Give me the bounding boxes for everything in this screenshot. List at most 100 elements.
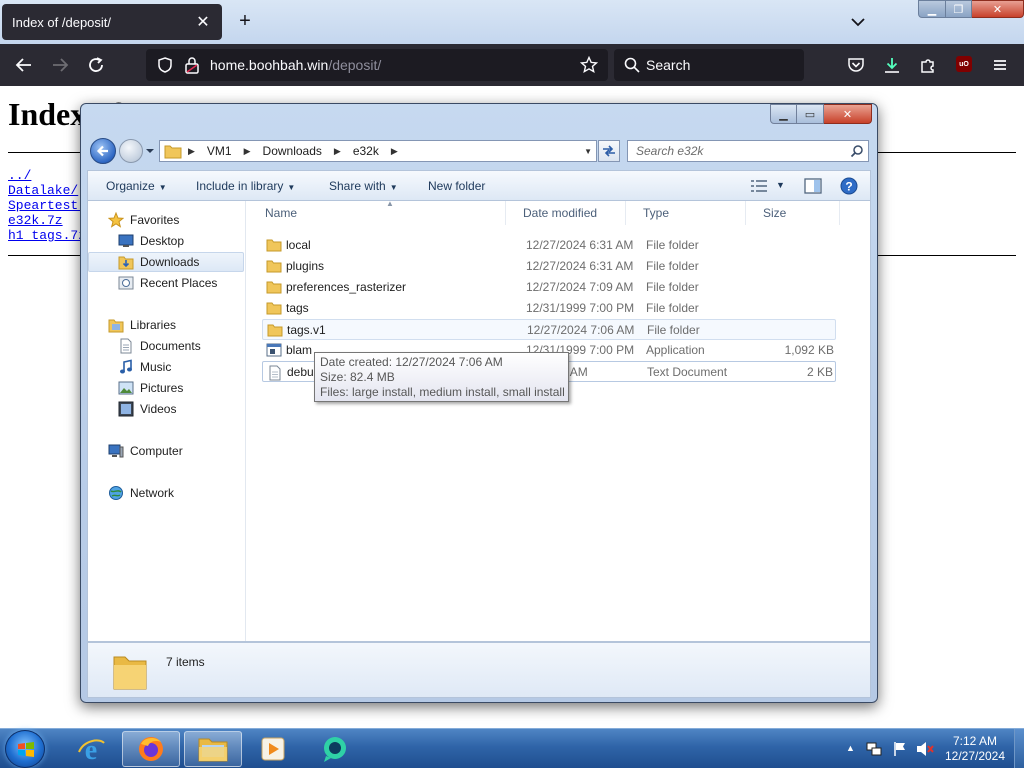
maximize-icon[interactable]: ▭ — [797, 104, 824, 124]
back-arrow-icon[interactable] — [12, 53, 36, 77]
browser-tab[interactable]: Index of /deposit/ ✕ — [2, 4, 222, 40]
nav-pictures[interactable]: Pictures — [118, 378, 183, 398]
taskbar-windows-explorer[interactable] — [184, 731, 242, 767]
column-header-size[interactable]: Size — [746, 201, 840, 225]
new-folder-button[interactable]: New folder — [428, 179, 485, 193]
tab-title: Index of /deposit/ — [12, 14, 112, 30]
nav-libraries[interactable]: Libraries — [108, 315, 176, 335]
taskbar-chat-app[interactable] — [306, 731, 364, 767]
include-in-library-label: Include in library — [196, 179, 284, 193]
nav-favorites[interactable]: Favorites — [108, 210, 179, 230]
listing-link-h1-tags[interactable]: h1 tags.7z — [8, 228, 86, 243]
file-row[interactable]: local 12/27/2024 6:31 AM File folder — [262, 235, 836, 256]
start-button[interactable] — [5, 730, 45, 768]
downloads-icon[interactable] — [880, 53, 904, 77]
taskbar-media-player[interactable] — [244, 731, 302, 767]
nav-computer[interactable]: Computer — [108, 441, 183, 461]
listing-link-e32k[interactable]: e32k.7z — [8, 213, 86, 228]
include-in-library-button[interactable]: Include in library ▼ — [196, 179, 295, 193]
preview-pane-icon[interactable] — [804, 178, 822, 194]
refresh-icon — [603, 145, 615, 157]
organize-label: Organize — [106, 179, 155, 193]
close-icon[interactable]: ✕ — [972, 0, 1024, 18]
volume-muted-icon[interactable] — [916, 741, 934, 757]
chevron-right-icon[interactable]: ▶ — [182, 146, 201, 157]
chevron-right-icon[interactable]: ▶ — [238, 146, 257, 157]
menu-hamburger-icon[interactable] — [988, 53, 1012, 77]
share-with-button[interactable]: Share with ▼ — [329, 179, 398, 193]
nav-downloads[interactable]: Downloads — [88, 252, 244, 272]
url-bar[interactable]: home.boohbah.win/deposit/ — [146, 49, 608, 81]
lock-icon[interactable] — [184, 56, 200, 74]
nav-videos[interactable]: Videos — [118, 399, 176, 419]
clock-time: 7:12 AM — [952, 734, 998, 748]
column-header-date-modified[interactable]: Date modified — [506, 201, 626, 225]
explorer-search-input[interactable]: Search e32k — [627, 140, 869, 162]
column-header-name[interactable]: Name ▲ — [248, 199, 506, 225]
folder-icon — [113, 656, 147, 690]
explorer-title-bar[interactable]: ▁ ▭ ✕ — [81, 104, 877, 134]
minimize-icon[interactable]: ▁ — [770, 104, 797, 124]
address-bar[interactable]: ▶ VM1 ▶ Downloads ▶ e32k ▶ ▼ — [159, 140, 597, 162]
breadcrumb-e32k[interactable]: e32k — [347, 144, 385, 158]
file-row[interactable]: plugins 12/27/2024 6:31 AM File folder — [262, 256, 836, 277]
bookmark-star-icon[interactable] — [580, 56, 598, 74]
firefox-icon — [139, 737, 163, 761]
extensions-puzzle-icon[interactable] — [916, 53, 940, 77]
chevron-right-icon[interactable]: ▶ — [385, 146, 404, 157]
taskbar-firefox[interactable] — [122, 731, 180, 767]
chevron-right-icon[interactable]: ▶ — [328, 146, 347, 157]
organize-button[interactable]: Organize ▼ — [106, 179, 167, 193]
list-all-tabs-icon[interactable] — [848, 12, 868, 32]
pocket-icon[interactable] — [844, 53, 868, 77]
system-clock[interactable]: 7:12 AM 12/27/2024 — [940, 734, 1010, 764]
action-center-flag-icon[interactable] — [892, 741, 908, 757]
refresh-button[interactable] — [598, 140, 620, 162]
network-tray-icon[interactable] — [866, 741, 882, 757]
windows-logo-icon — [18, 742, 34, 757]
tab-close-icon[interactable]: ✕ — [194, 13, 212, 31]
breadcrumb-vm1[interactable]: VM1 — [201, 144, 238, 158]
documents-icon — [120, 338, 132, 354]
file-size: 2 KB — [806, 365, 833, 379]
nav-downloads-label: Downloads — [140, 255, 200, 269]
search-icon[interactable] — [850, 144, 864, 158]
forward-button[interactable] — [119, 139, 143, 163]
taskbar-internet-explorer[interactable]: e — [62, 731, 120, 767]
back-button[interactable] — [90, 138, 116, 164]
view-options-chevron-down-icon[interactable]: ▼ — [776, 180, 785, 190]
change-view-icon[interactable] — [750, 179, 768, 193]
file-row[interactable]: tags 12/31/1999 7:00 PM File folder — [262, 298, 836, 319]
nav-desktop[interactable]: Desktop — [118, 231, 184, 251]
downloads-folder-icon — [118, 256, 134, 270]
nav-network[interactable]: Network — [108, 483, 174, 503]
maximize-icon[interactable]: ❐ — [946, 0, 972, 18]
listing-link-datalake[interactable]: Datalake/ — [8, 183, 86, 198]
file-row-hovered[interactable]: tags.v1 12/27/2024 7:06 AM File folder — [262, 319, 836, 340]
nav-documents[interactable]: Documents — [118, 336, 201, 356]
address-history-chevron-down-icon[interactable]: ▼ — [584, 147, 592, 156]
listing-link-parent[interactable]: ../ — [8, 168, 86, 183]
forward-arrow-icon[interactable] — [48, 53, 72, 77]
column-header-type-label: Type — [643, 206, 670, 220]
listing-link-speartest[interactable]: Speartest. — [8, 198, 86, 213]
nav-music[interactable]: Music — [118, 357, 171, 377]
close-icon[interactable]: ✕ — [824, 104, 872, 124]
minimize-icon[interactable]: ▁ — [918, 0, 946, 18]
web-search-input[interactable]: Search — [614, 49, 804, 81]
new-tab-icon[interactable]: + — [234, 10, 256, 32]
help-icon[interactable]: ? — [840, 177, 858, 195]
breadcrumb-downloads[interactable]: Downloads — [257, 144, 328, 158]
reload-icon[interactable] — [84, 53, 108, 77]
column-header-type[interactable]: Type — [626, 201, 746, 225]
show-desktop-button[interactable] — [1014, 729, 1024, 768]
shield-icon[interactable] — [156, 56, 174, 74]
file-row[interactable]: preferences_rasterizer 12/27/2024 7:09 A… — [262, 277, 836, 298]
recent-pages-chevron-down-icon[interactable] — [145, 146, 155, 156]
nav-recent-places[interactable]: Recent Places — [118, 273, 217, 293]
show-hidden-icons-chevron-up-icon[interactable]: ▲ — [846, 743, 855, 753]
file-type: File folder — [647, 323, 700, 337]
clock-date: 12/27/2024 — [944, 749, 1006, 763]
nav-pictures-label: Pictures — [140, 381, 184, 395]
ublock-origin-icon[interactable]: uO — [956, 56, 972, 72]
